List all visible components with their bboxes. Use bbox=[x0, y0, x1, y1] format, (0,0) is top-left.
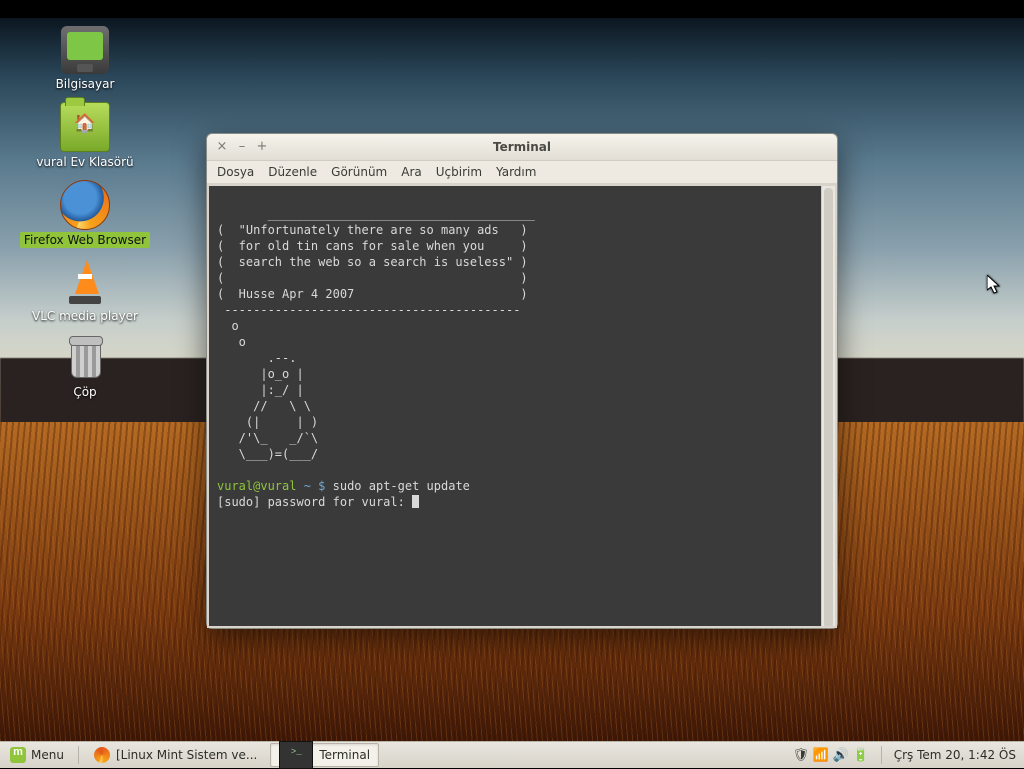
desktop-icon-label: Bilgisayar bbox=[52, 76, 119, 92]
desktop-icon-label: Firefox Web Browser bbox=[20, 232, 150, 248]
volume-icon[interactable]: 🔊 bbox=[833, 747, 849, 763]
menu-label: Menu bbox=[31, 748, 64, 762]
network-icon[interactable]: 📶 bbox=[813, 747, 829, 763]
menu-search[interactable]: Ara bbox=[401, 165, 422, 179]
desktop-icons: Bilgisayar vural Ev Klasörü Firefox Web … bbox=[0, 18, 200, 404]
desktop-icon-vlc[interactable]: VLC media player bbox=[0, 256, 170, 326]
desktop-icon-trash[interactable]: Çöp bbox=[0, 332, 170, 402]
taskbar-item-firefox[interactable]: [Linux Mint Sistem ve... bbox=[85, 743, 266, 767]
terminal-window[interactable]: × – + Terminal Dosya Düzenle Görünüm Ara… bbox=[206, 133, 838, 629]
home-folder-icon bbox=[60, 102, 110, 152]
computer-icon bbox=[61, 26, 109, 74]
desktop-icon-label: vural Ev Klasörü bbox=[32, 154, 137, 170]
system-tray: 🛡 📶 🔊 🔋 bbox=[785, 747, 877, 763]
terminal-motd: _____________________________________ ( … bbox=[217, 207, 535, 461]
menu-button[interactable]: Menu bbox=[0, 742, 74, 768]
firefox-icon bbox=[60, 180, 110, 230]
terminal-icon bbox=[279, 741, 313, 769]
task-label: [Linux Mint Sistem ve... bbox=[116, 748, 257, 762]
window-minimize-button[interactable]: – bbox=[235, 140, 249, 154]
desktop-icon-label: Çöp bbox=[69, 384, 100, 400]
menu-edit[interactable]: Düzenle bbox=[268, 165, 317, 179]
menubar: Dosya Düzenle Görünüm Ara Uçbirim Yardım bbox=[207, 161, 837, 184]
panel-separator bbox=[78, 746, 79, 764]
desktop-icon-home[interactable]: vural Ev Klasörü bbox=[0, 100, 170, 172]
vlc-icon bbox=[61, 258, 109, 306]
menu-help[interactable]: Yardım bbox=[496, 165, 536, 179]
firefox-icon bbox=[94, 747, 110, 763]
bottom-panel: Menu [Linux Mint Sistem ve... Terminal 🛡… bbox=[0, 741, 1024, 768]
menu-terminal[interactable]: Uçbirim bbox=[436, 165, 482, 179]
top-black-bar bbox=[0, 0, 1024, 18]
menu-view[interactable]: Görünüm bbox=[331, 165, 387, 179]
shield-icon[interactable]: 🛡 bbox=[793, 747, 809, 763]
window-maximize-button[interactable]: + bbox=[255, 140, 269, 154]
window-close-button[interactable]: × bbox=[215, 140, 229, 154]
task-label: Terminal bbox=[319, 748, 370, 762]
desktop-icon-firefox[interactable]: Firefox Web Browser bbox=[0, 178, 170, 250]
trash-icon bbox=[61, 334, 109, 382]
terminal-output[interactable]: _____________________________________ ( … bbox=[209, 186, 835, 626]
taskbar-item-terminal[interactable]: Terminal bbox=[270, 743, 379, 767]
menu-file[interactable]: Dosya bbox=[217, 165, 254, 179]
desktop-icon-label: VLC media player bbox=[28, 308, 142, 324]
terminal-scrollbar[interactable] bbox=[821, 186, 835, 626]
desktop-icon-computer[interactable]: Bilgisayar bbox=[0, 24, 170, 94]
panel-separator bbox=[881, 746, 882, 764]
window-title: Terminal bbox=[269, 140, 775, 154]
titlebar[interactable]: × – + Terminal bbox=[207, 134, 837, 161]
mint-logo-icon bbox=[10, 747, 26, 763]
battery-icon[interactable]: 🔋 bbox=[853, 747, 869, 763]
panel-clock[interactable]: Çrş Tem 20, 1:42 ÖS bbox=[886, 748, 1024, 762]
